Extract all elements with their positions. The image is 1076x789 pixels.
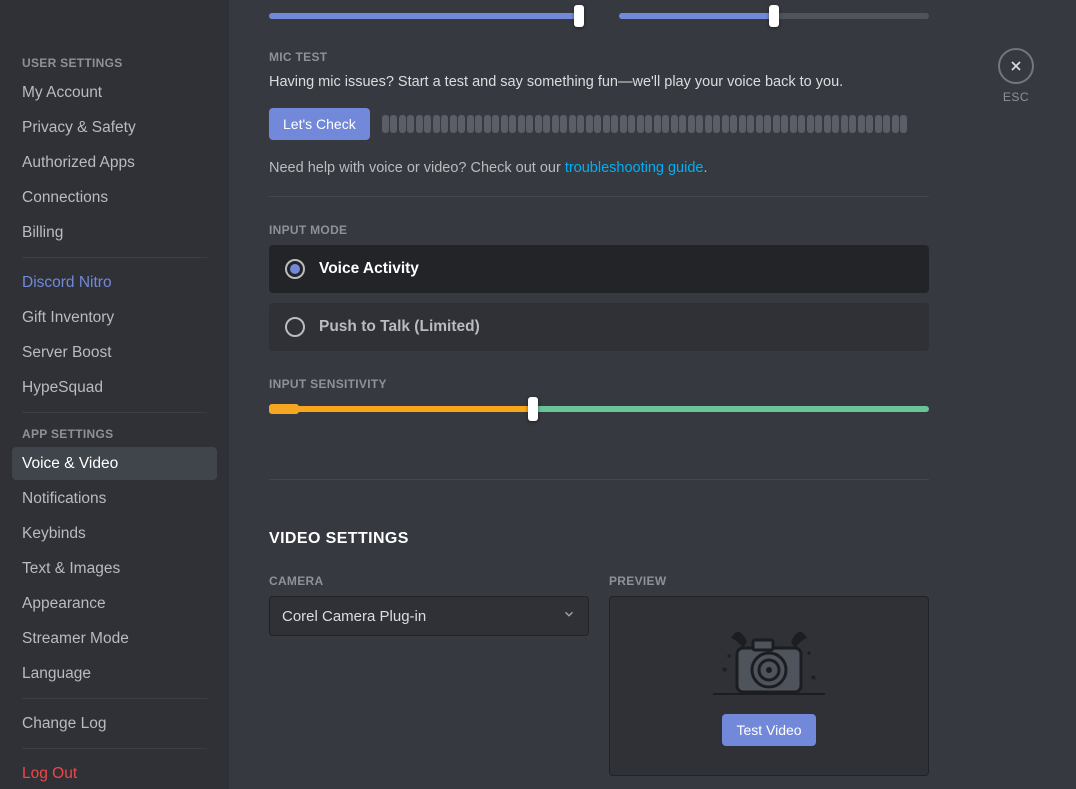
camera-select[interactable]: Corel Camera Plug-in xyxy=(269,596,589,636)
chevron-down-icon xyxy=(562,607,576,625)
sidebar-item-nitro[interactable]: Discord Nitro xyxy=(12,266,217,299)
output-volume-slider[interactable] xyxy=(619,6,929,24)
sidebar-item-privacy[interactable]: Privacy & Safety xyxy=(12,111,217,144)
sidebar-item-appearance[interactable]: Appearance xyxy=(12,587,217,620)
video-preview: Test Video xyxy=(609,596,929,776)
divider xyxy=(22,257,207,258)
radio-icon xyxy=(285,317,305,337)
video-settings-title: VIDEO SETTINGS xyxy=(269,530,929,548)
input-sensitivity-slider[interactable] xyxy=(269,399,929,419)
divider xyxy=(269,479,929,480)
sidebar-item-connections[interactable]: Connections xyxy=(12,181,217,214)
camera-icon xyxy=(709,626,829,696)
radio-icon xyxy=(285,259,305,279)
input-mode-header: INPUT MODE xyxy=(269,223,929,237)
sidebar-item-log-out[interactable]: Log Out xyxy=(12,757,217,789)
user-settings-header: USER SETTINGS xyxy=(12,50,217,76)
camera-select-value: Corel Camera Plug-in xyxy=(282,608,426,625)
test-video-button[interactable]: Test Video xyxy=(722,714,815,746)
input-sensitivity-header: INPUT SENSITIVITY xyxy=(269,377,929,391)
slider-thumb[interactable] xyxy=(769,5,779,27)
sidebar-item-server-boost[interactable]: Server Boost xyxy=(12,336,217,369)
divider xyxy=(22,698,207,699)
help-prefix: Need help with voice or video? Check out… xyxy=(269,160,565,176)
divider xyxy=(269,196,929,197)
lets-check-button[interactable]: Let's Check xyxy=(269,108,370,140)
mic-test-desc: Having mic issues? Start a test and say … xyxy=(269,72,929,92)
slider-thumb[interactable] xyxy=(528,397,538,421)
main-panel: ESC MIC TEST Having mic issues? Start a … xyxy=(229,0,1076,789)
esc-label: ESC xyxy=(1003,90,1029,104)
sidebar-item-keybinds[interactable]: Keybinds xyxy=(12,517,217,550)
sidebar-item-billing[interactable]: Billing xyxy=(12,216,217,249)
radio-push-to-talk[interactable]: Push to Talk (Limited) xyxy=(269,303,929,351)
close-area: ESC xyxy=(998,48,1034,104)
sidebar-item-change-log[interactable]: Change Log xyxy=(12,707,217,740)
mic-test-header: MIC TEST xyxy=(269,50,929,64)
slider-thumb[interactable] xyxy=(574,5,584,27)
sidebar-item-voice-video[interactable]: Voice & Video xyxy=(12,447,217,480)
input-volume-slider[interactable] xyxy=(269,6,579,24)
radio-voice-activity[interactable]: Voice Activity xyxy=(269,245,929,293)
camera-label: CAMERA xyxy=(269,574,589,588)
help-text: Need help with voice or video? Check out… xyxy=(269,160,929,176)
close-button[interactable] xyxy=(998,48,1034,84)
sidebar: USER SETTINGS My Account Privacy & Safet… xyxy=(0,0,229,789)
sidebar-item-streamer-mode[interactable]: Streamer Mode xyxy=(12,622,217,655)
troubleshooting-link[interactable]: troubleshooting guide xyxy=(565,160,704,176)
sidebar-item-text-images[interactable]: Text & Images xyxy=(12,552,217,585)
sidebar-item-authorized-apps[interactable]: Authorized Apps xyxy=(12,146,217,179)
sidebar-item-language[interactable]: Language xyxy=(12,657,217,690)
app-settings-header: APP SETTINGS xyxy=(12,421,217,447)
divider xyxy=(22,412,207,413)
sidebar-item-gift-inventory[interactable]: Gift Inventory xyxy=(12,301,217,334)
preview-label: PREVIEW xyxy=(609,574,929,588)
divider xyxy=(22,748,207,749)
sidebar-item-hypesquad[interactable]: HypeSquad xyxy=(12,371,217,404)
sidebar-item-my-account[interactable]: My Account xyxy=(12,76,217,109)
help-suffix: . xyxy=(703,160,707,176)
mic-level-meter xyxy=(382,115,929,133)
close-icon xyxy=(1008,58,1024,74)
sidebar-item-notifications[interactable]: Notifications xyxy=(12,482,217,515)
radio-label: Voice Activity xyxy=(319,260,419,278)
radio-label: Push to Talk (Limited) xyxy=(319,318,480,336)
